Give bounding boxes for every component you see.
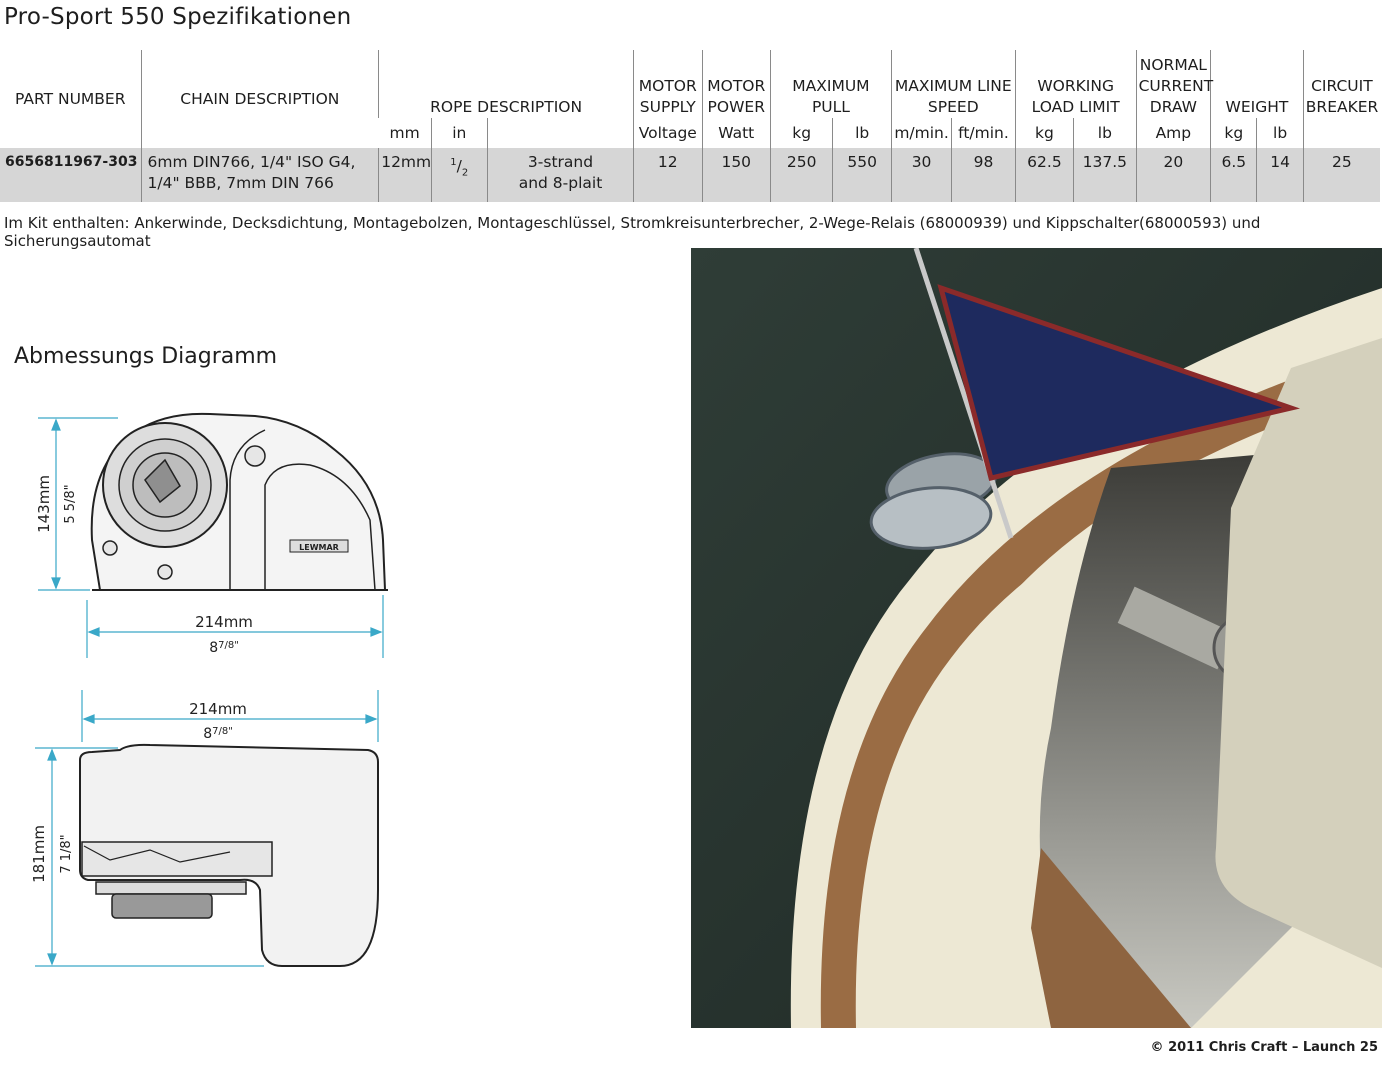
cell-wll-lb: 137.5 <box>1073 148 1137 202</box>
cell-pull-lb: 550 <box>832 148 892 202</box>
side-width-in: 87/8" <box>203 726 233 742</box>
unit-supply: Voltage <box>633 118 703 148</box>
winch-side-view <box>79 743 379 967</box>
winch-front-view: LEWMAR <box>90 412 388 591</box>
diagram-title: Abmessungs Diagramm <box>14 344 278 369</box>
header-maximum-line-speed: MAXIMUM LINE SPEED <box>890 50 1016 118</box>
rope-in-denominator: 2 <box>461 167 469 179</box>
header-motor-power: MOTOR POWER <box>701 50 771 118</box>
header-circuit-breaker: CIRCUIT BREAKER <box>1302 50 1380 118</box>
unit-rope-blank <box>486 118 634 148</box>
unit-power: Watt <box>701 118 771 148</box>
unit-pull-lb: lb <box>832 118 892 148</box>
cell-weight-kg: 6.5 <box>1210 148 1257 202</box>
unit-speed-m: m/min. <box>890 118 952 148</box>
unit-wll-lb: lb <box>1073 118 1137 148</box>
side-height-in: 7 1/8" <box>59 834 74 873</box>
cell-supply: 12 <box>633 148 703 202</box>
side-height-mm: 181mm <box>30 825 48 883</box>
dimension-diagram: LEWMAR 143mm 5 5/8" 214mm 87/8" 214mm 87… <box>30 412 388 967</box>
cell-speed-m: 30 <box>890 148 952 202</box>
unit-weight-kg: kg <box>1210 118 1257 148</box>
unit-pull-kg: kg <box>769 118 833 148</box>
unit-current: Amp <box>1135 118 1211 148</box>
table-row: 6656811967-303 6mm DIN766, 1/4" ISO G4, … <box>0 148 1380 202</box>
page-title: Pro-Sport 550 Spezifikationen <box>4 4 352 30</box>
header-rope-description: ROPE DESCRIPTION <box>378 50 634 118</box>
cell-chain-description: 6mm DIN766, 1/4" ISO G4, 1/4" BBB, 7mm D… <box>140 148 379 202</box>
top-height-mm: 143mm <box>35 475 53 533</box>
unit-rope-in: in <box>430 118 488 148</box>
unit-weight-lb: lb <box>1256 118 1304 148</box>
cell-wll-kg: 62.5 <box>1014 148 1074 202</box>
top-width-in: 87/8" <box>209 640 239 656</box>
cell-rope-in: 1/2 <box>430 148 488 202</box>
header-weight: WEIGHT <box>1210 50 1304 118</box>
cell-part-number: 6656811967-303 <box>0 148 141 202</box>
cell-breaker: 25 <box>1302 148 1380 202</box>
brand-label: LEWMAR <box>299 543 339 552</box>
top-width-in-whole: 8 <box>209 640 218 656</box>
header-chain-description: CHAIN DESCRIPTION <box>140 50 379 148</box>
cell-speed-ft: 98 <box>951 148 1016 202</box>
rope-in-numerator: 1 <box>450 157 457 168</box>
cell-rope-mm: 12mm <box>378 148 431 202</box>
cell-pull-kg: 250 <box>769 148 833 202</box>
header-maximum-pull: MAXIMUM PULL <box>770 50 892 118</box>
unit-breaker-blank <box>1302 118 1380 148</box>
side-width-in-whole: 8 <box>203 726 212 742</box>
photo-credit: © 2011 Chris Craft – Launch 25 <box>1150 1040 1378 1055</box>
header-motor-supply: MOTOR SUPPLY <box>633 50 703 118</box>
cell-current: 20 <box>1135 148 1211 202</box>
header-normal-current-draw: NORMAL CURRENT DRAW <box>1135 50 1213 118</box>
cell-rope-type: 3-strand and 8-plait <box>486 148 634 202</box>
header-working-load-limit: WORKING LOAD LIMIT <box>1014 50 1137 118</box>
rope-type-line-2: and 8-plait <box>518 174 603 192</box>
header-part-number: PART NUMBER <box>14 89 126 108</box>
top-width-mm: 214mm <box>195 613 253 631</box>
cell-weight-lb: 14 <box>1256 148 1304 202</box>
top-height-in: 5 5/8" <box>63 484 78 523</box>
side-width-in-frac: 7/8" <box>212 726 233 737</box>
unit-speed-ft: ft/min. <box>951 118 1016 148</box>
rope-type-line-1: 3-strand <box>527 153 594 171</box>
spec-table: PART NUMBER CHAIN DESCRIPTION ROPE DESCR… <box>0 50 1380 202</box>
top-width-in-frac: 7/8" <box>218 640 239 651</box>
unit-wll-kg: kg <box>1014 118 1074 148</box>
side-width-mm: 214mm <box>189 700 247 718</box>
cell-power: 150 <box>701 148 771 202</box>
kit-note: Im Kit enthalten: Ankerwinde, Decksdicht… <box>4 214 1261 250</box>
boat-bow-photo <box>691 248 1382 1028</box>
unit-rope-mm: mm <box>389 123 420 142</box>
